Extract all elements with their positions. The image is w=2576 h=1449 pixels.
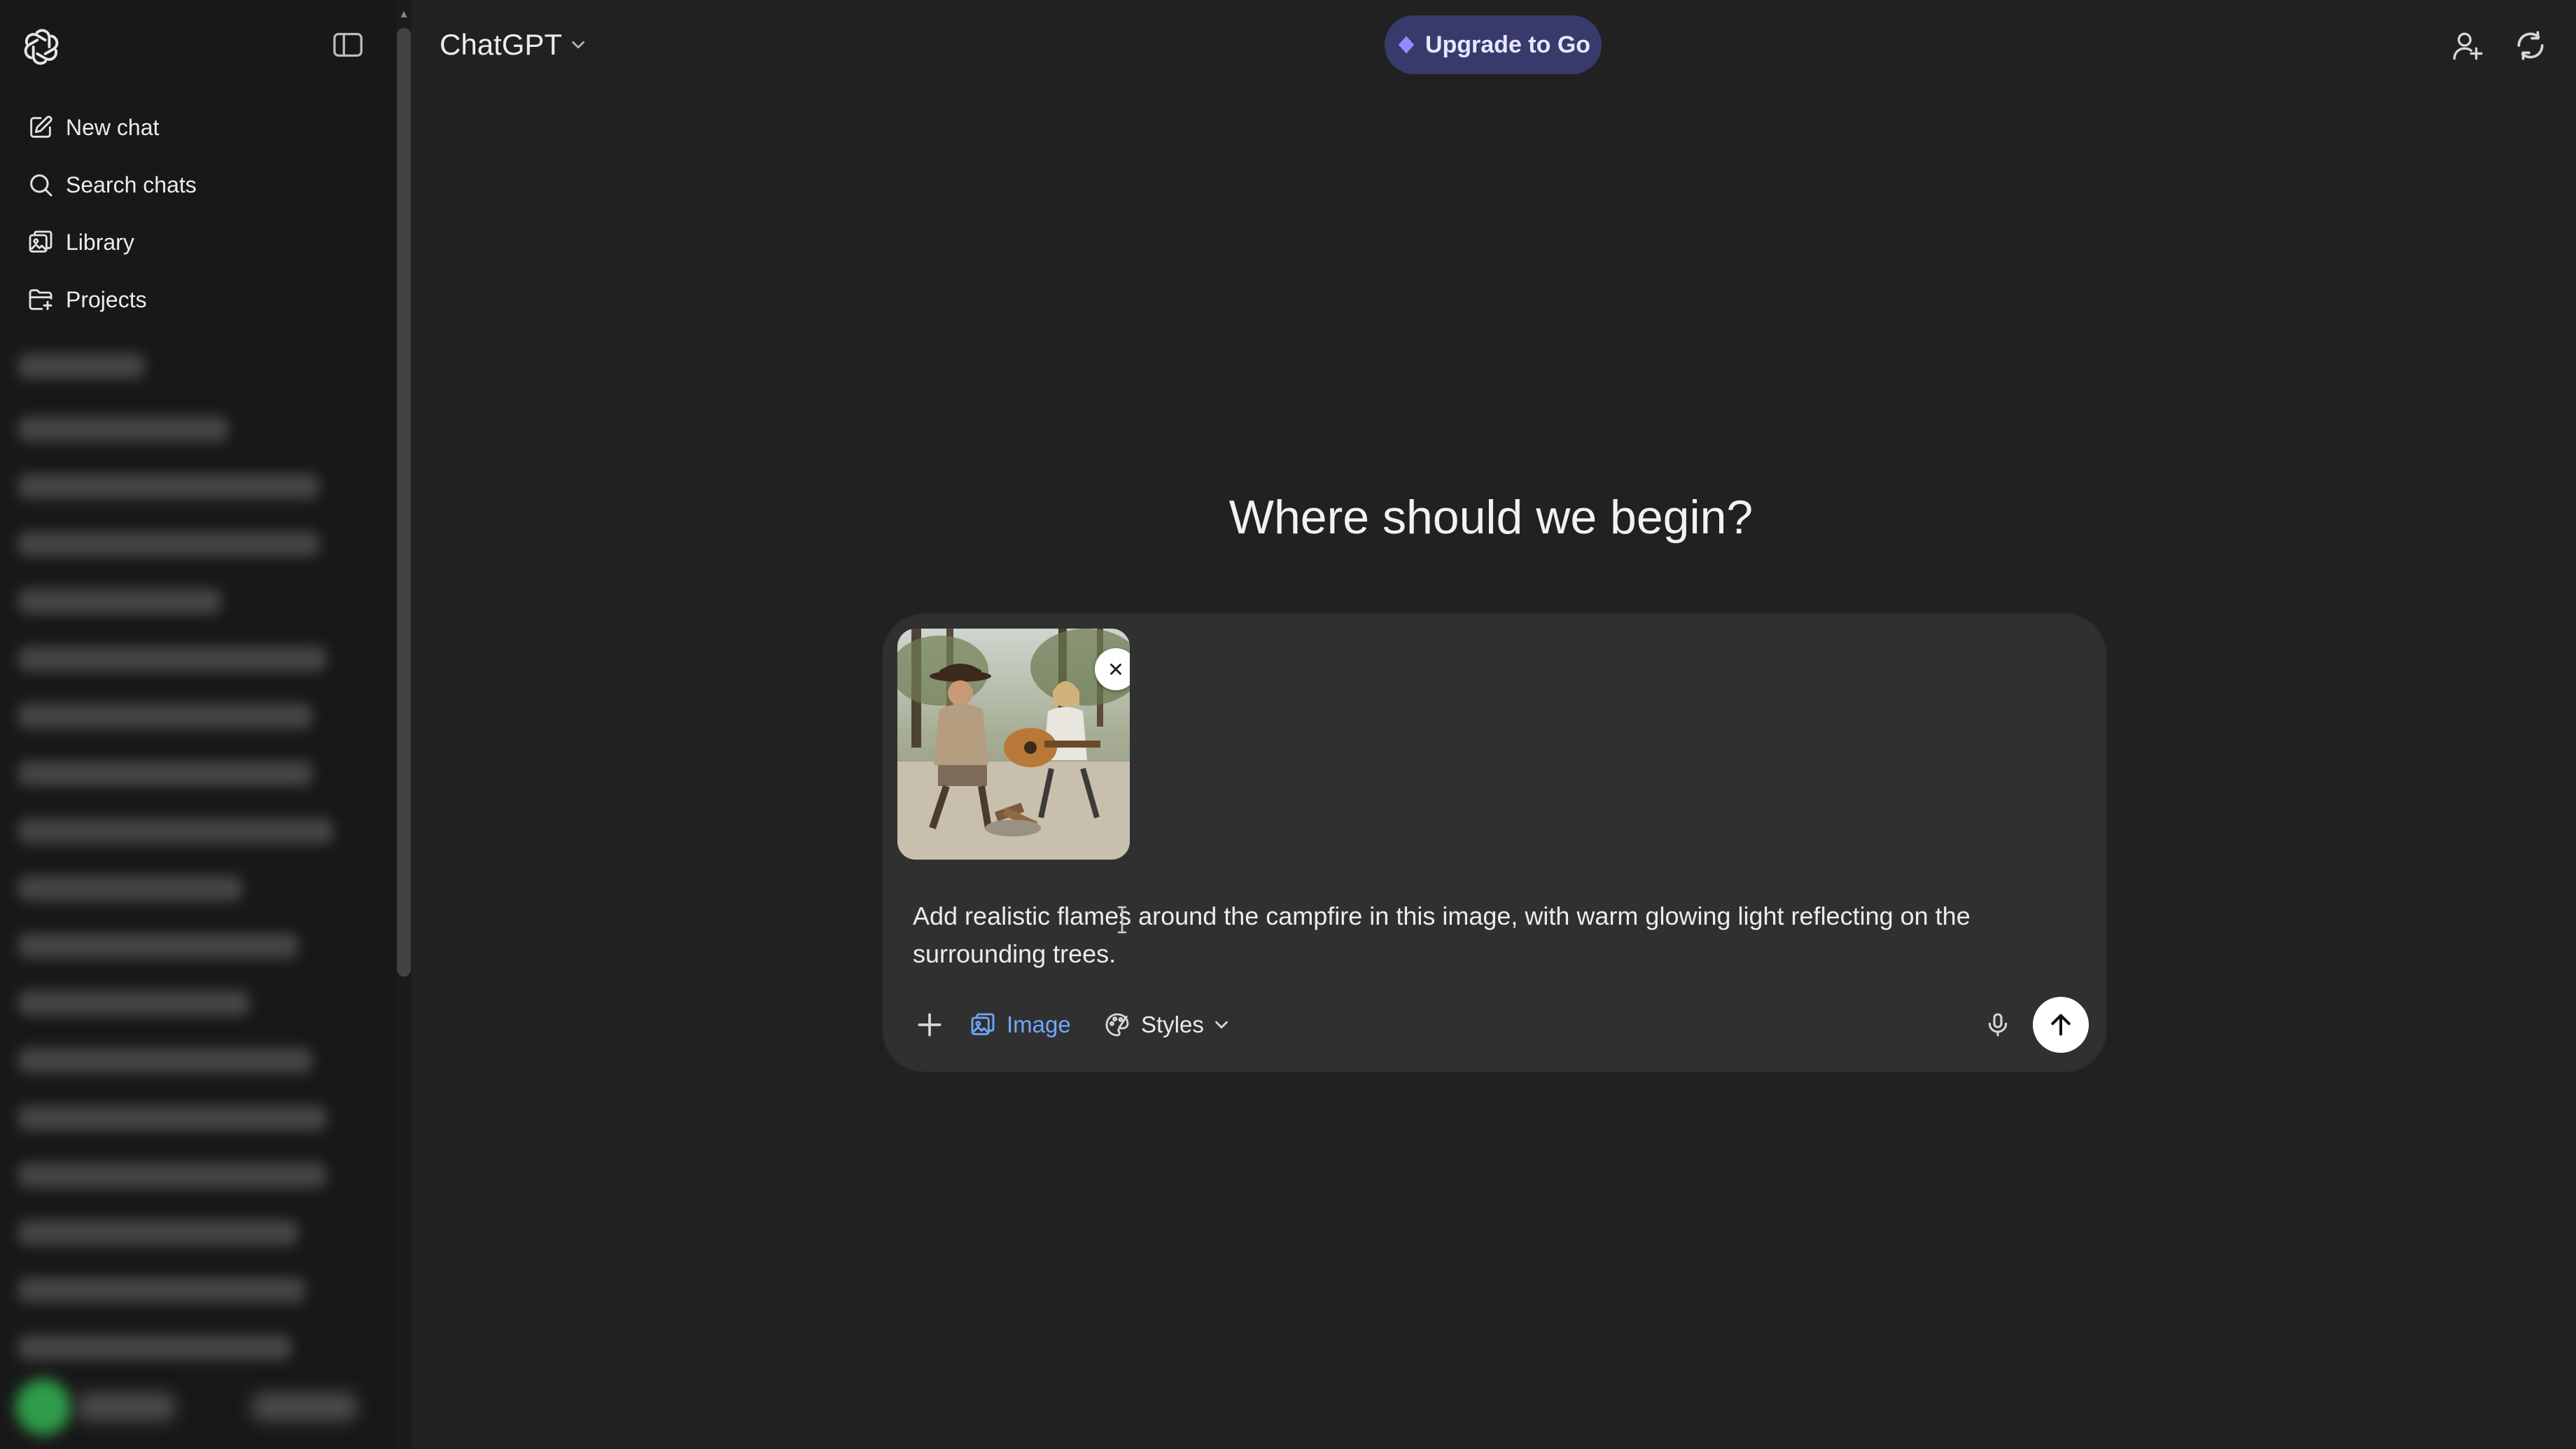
arrow-up-icon: [2047, 1011, 2075, 1039]
image-tool-label: Image: [1007, 1011, 1071, 1037]
list-item[interactable]: [18, 1163, 326, 1188]
add-attachment-button[interactable]: [910, 1005, 949, 1044]
page-title: Where should we begin?: [1228, 491, 1754, 544]
list-item[interactable]: [18, 761, 312, 786]
list-item[interactable]: [18, 1335, 291, 1360]
list-item[interactable]: [18, 1220, 298, 1245]
library-icon: [27, 228, 55, 256]
list-item[interactable]: [18, 589, 221, 614]
list-item[interactable]: [18, 646, 326, 671]
list-item[interactable]: [18, 876, 242, 901]
search-icon: [27, 171, 55, 199]
send-button[interactable]: [2033, 997, 2089, 1053]
folder-icon: [27, 286, 55, 314]
chevron-down-icon: [1211, 1014, 1232, 1035]
composer: Add realistic flames around the campfire…: [882, 613, 2107, 1072]
styles-label: Styles: [1141, 1011, 1204, 1037]
scroll-up-icon[interactable]: ▴: [396, 6, 412, 21]
temporary-chat-icon[interactable]: [2513, 28, 2548, 63]
sidebar-item-label: Search chats: [66, 172, 197, 197]
avatar[interactable]: [15, 1379, 71, 1435]
list-item[interactable]: [18, 474, 319, 499]
sidebar-item-label: New chat: [66, 114, 160, 140]
list-item[interactable]: [18, 531, 319, 556]
list-item[interactable]: [18, 1048, 312, 1073]
edit-icon: [27, 113, 55, 141]
sidebar-item-new-chat[interactable]: New chat: [13, 103, 377, 152]
chevron-down-icon: [568, 34, 589, 55]
upgrade-label: Upgrade to Go: [1424, 31, 1591, 58]
prompt-input[interactable]: Add realistic flames around the campfire…: [913, 897, 2047, 973]
upgrade-button[interactable]: Upgrade to Go: [1385, 15, 1602, 74]
account-upgrade-button[interactable]: [252, 1393, 357, 1421]
sidebar: New chat Search chats Library Projects: [0, 0, 396, 1449]
list-item[interactable]: [18, 416, 228, 442]
microphone-button[interactable]: [1977, 1004, 2019, 1046]
attached-image-thumbnail[interactable]: [897, 629, 1130, 860]
list-item[interactable]: [18, 818, 333, 844]
account-name: [77, 1393, 175, 1421]
image-tool-button[interactable]: Image: [969, 1005, 1071, 1044]
microphone-icon: [1984, 1011, 2012, 1039]
image-icon: [969, 1011, 997, 1039]
model-selector-button[interactable]: ChatGPT: [428, 24, 600, 66]
text-cursor-icon: [1116, 905, 1128, 934]
add-people-icon[interactable]: [2450, 28, 2485, 63]
diamond-icon: [1396, 34, 1417, 55]
chat-history-list[interactable]: [10, 354, 339, 1376]
chatgpt-logo-icon[interactable]: [21, 27, 62, 67]
list-item[interactable]: [18, 990, 249, 1016]
styles-dropdown[interactable]: Styles: [1103, 1005, 1232, 1044]
list-item[interactable]: [18, 1105, 326, 1130]
sidebar-item-label: Library: [66, 229, 134, 255]
model-selector-label: ChatGPT: [440, 28, 563, 61]
sidebar-item-projects[interactable]: Projects: [13, 275, 377, 324]
sidebar-scrollbar-thumb[interactable]: [397, 28, 411, 976]
palette-icon: [1103, 1011, 1131, 1039]
list-item[interactable]: [18, 354, 144, 379]
list-item[interactable]: [18, 704, 312, 729]
sidebar-item-label: Projects: [66, 286, 147, 312]
sidebar-item-library[interactable]: Library: [13, 218, 377, 267]
list-item[interactable]: [18, 933, 298, 958]
sidebar-toggle-icon[interactable]: [332, 31, 364, 59]
list-item[interactable]: [18, 1278, 305, 1303]
sidebar-item-search-chats[interactable]: Search chats: [13, 160, 377, 209]
